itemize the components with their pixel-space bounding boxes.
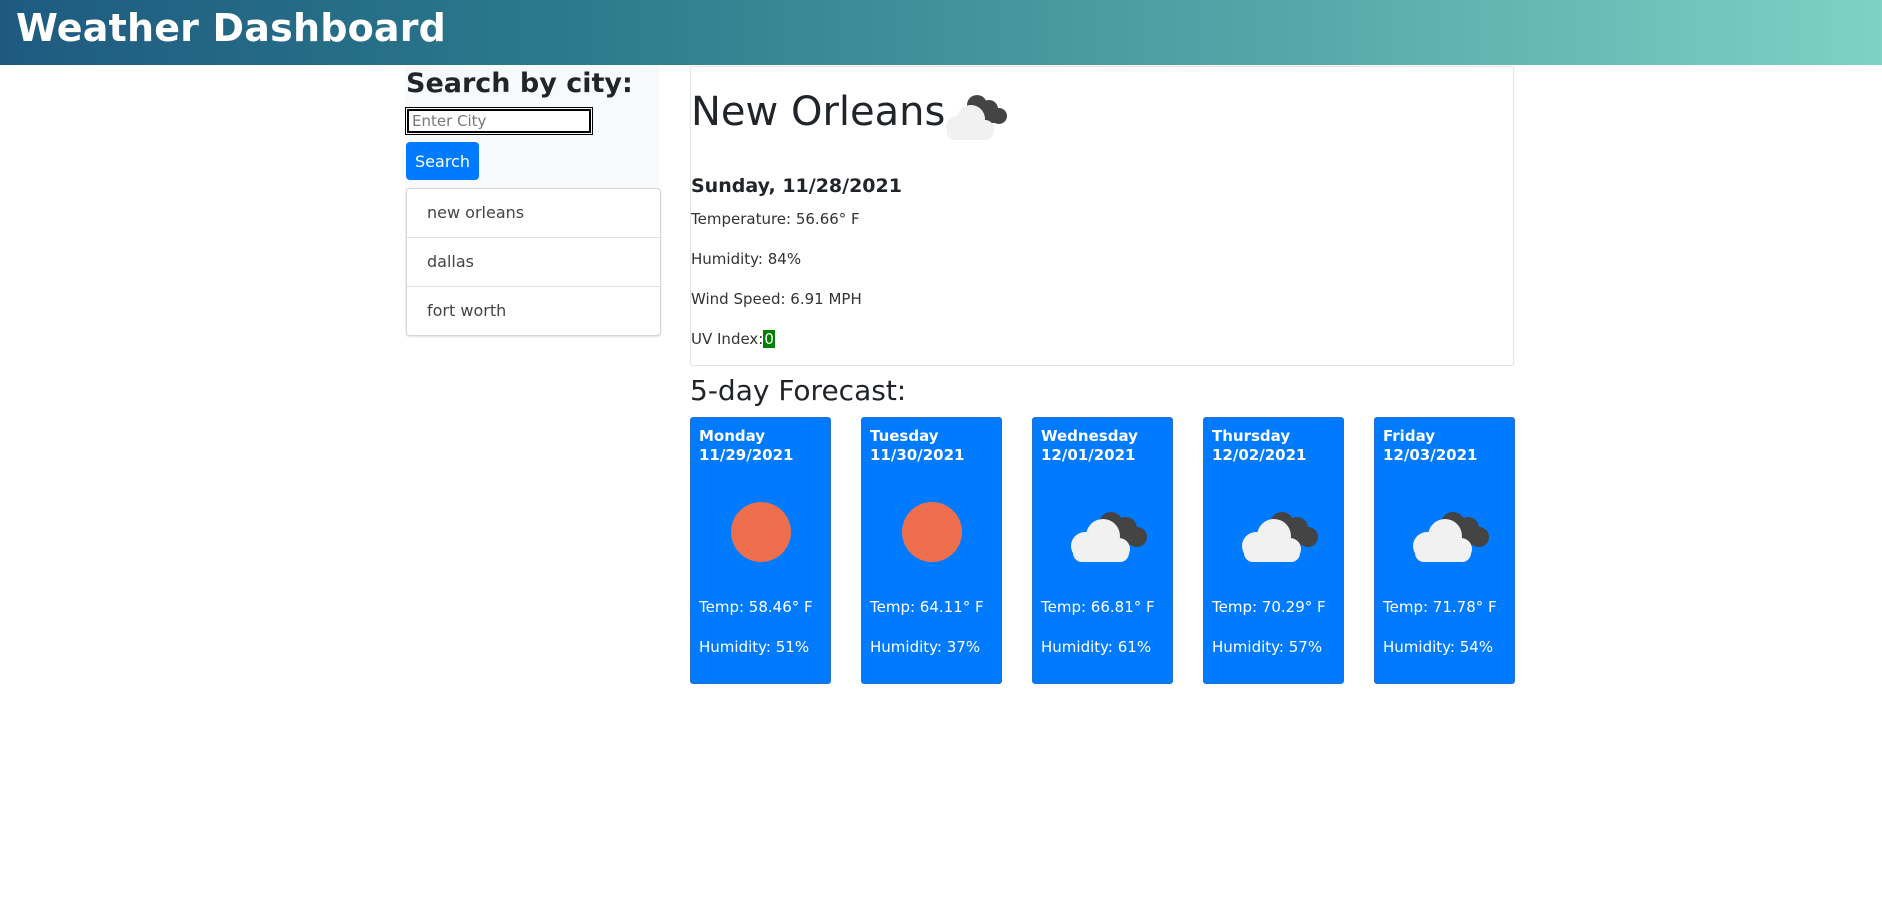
forecast-day: Tuesday <box>870 427 939 445</box>
forecast-humidity: Humidity: 57% <box>1212 638 1323 656</box>
uv-value-badge: 0 <box>763 330 775 348</box>
search-heading: Search by city: <box>406 68 633 99</box>
forecast-date: 11/30/2021 <box>870 446 965 464</box>
forecast-card: Tuesday 11/30/2021 Temp: 64.11° F Humidit… <box>861 417 1002 684</box>
city-search-input[interactable] <box>405 107 593 135</box>
forecast-date: 12/01/2021 <box>1041 446 1136 464</box>
clouds-icon <box>1204 500 1345 566</box>
forecast-temp: Temp: 70.29° F <box>1212 598 1326 616</box>
app-header: Weather Dashboard <box>0 0 1882 65</box>
uv-label: UV Index: <box>691 330 764 348</box>
current-weather-card: New Orleans Sunday, 11/28/2021 Temperatu… <box>690 66 1514 366</box>
clouds-icon <box>1375 500 1516 566</box>
history-item-dallas[interactable]: dallas <box>407 238 660 287</box>
forecast-date: 11/29/2021 <box>699 446 794 464</box>
forecast-card: Friday 12/03/2021 Temp: 71.78° F Humidity… <box>1374 417 1515 684</box>
forecast-temp: Temp: 64.11° F <box>870 598 984 616</box>
forecast-card: Thursday 12/02/2021 Temp: 70.29° F Humidi… <box>1203 417 1344 684</box>
current-uv-index: UV Index:0 <box>691 330 775 348</box>
current-date: Sunday, 11/28/2021 <box>691 175 902 197</box>
forecast-temp: Temp: 66.81° F <box>1041 598 1155 616</box>
clouds-icon <box>1033 500 1174 566</box>
forecast-humidity: Humidity: 54% <box>1383 638 1494 656</box>
current-humidity: Humidity: 84% <box>691 250 802 268</box>
forecast-day: Monday <box>699 427 766 445</box>
search-button[interactable]: Search <box>406 142 479 180</box>
forecast-day: Wednesday <box>1041 427 1138 445</box>
current-city-name: New Orleans <box>691 89 946 135</box>
clouds-icon <box>937 91 1009 145</box>
forecast-card: Wednesday 12/01/2021 Temp: 66.81° F Humid… <box>1032 417 1173 684</box>
forecast-day: Friday <box>1383 427 1436 445</box>
current-wind-speed: Wind Speed: 6.91 MPH <box>691 290 862 308</box>
forecast-date: 12/03/2021 <box>1383 446 1478 464</box>
forecast-title: 5-day Forecast: <box>690 374 907 407</box>
forecast-card: Monday 11/29/2021 Temp: 58.46° F Humidity… <box>690 417 831 684</box>
search-panel: Search by city: Search new orleans dalla… <box>405 66 661 336</box>
sun-icon <box>691 500 832 566</box>
forecast-day: Thursday <box>1212 427 1291 445</box>
forecast-humidity: Humidity: 61% <box>1041 638 1152 656</box>
search-history-list: new orleans dallas fort worth <box>406 188 661 336</box>
forecast-temp: Temp: 58.46° F <box>699 598 813 616</box>
sun-icon <box>862 500 1003 566</box>
app-title: Weather Dashboard <box>16 6 447 50</box>
history-item-new-orleans[interactable]: new orleans <box>407 189 660 238</box>
forecast-date: 12/02/2021 <box>1212 446 1307 464</box>
forecast-humidity: Humidity: 51% <box>699 638 810 656</box>
forecast-humidity: Humidity: 37% <box>870 638 981 656</box>
forecast-temp: Temp: 71.78° F <box>1383 598 1497 616</box>
history-item-fort-worth[interactable]: fort worth <box>407 287 660 335</box>
current-temperature: Temperature: 56.66° F <box>691 210 860 228</box>
